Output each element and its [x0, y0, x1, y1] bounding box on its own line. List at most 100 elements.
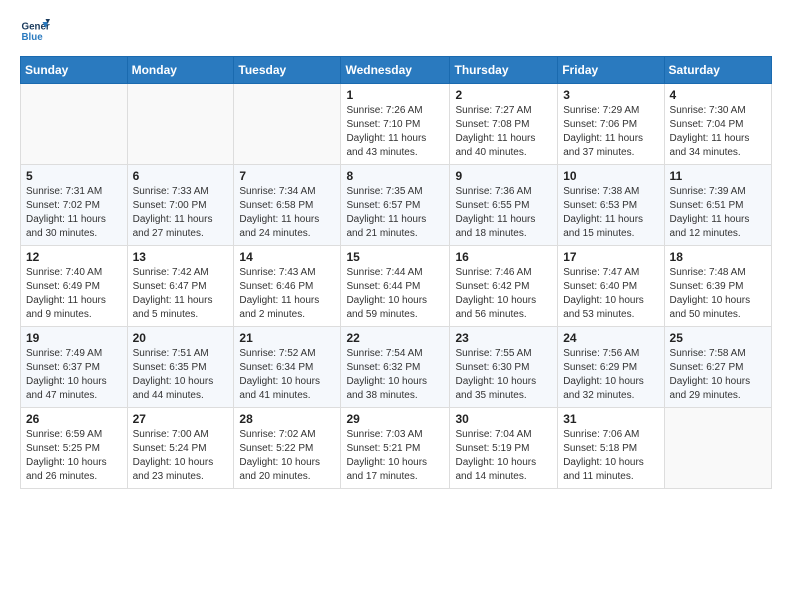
- calendar-cell: 28 Sunrise: 7:02 AM Sunset: 5:22 PM Dayli…: [234, 408, 341, 489]
- cell-info: Sunrise: 7:27 AM Sunset: 7:08 PM Dayligh…: [455, 104, 552, 160]
- calendar-cell: 3 Sunrise: 7:29 AM Sunset: 7:06 PM Daylig…: [558, 84, 664, 165]
- calendar-cell: 9Sunrise: 7:36 AM Sunset: 6:55 PM Daylig…: [450, 165, 558, 246]
- cell-info: Sunrise: 7:26 AM Sunset: 7:10 PM Dayligh…: [346, 104, 444, 160]
- day-number: 28: [239, 412, 335, 426]
- cell-info: Sunrise: 7:30 AM Sunset: 7:04 PM Dayligh…: [670, 104, 766, 160]
- calendar-cell: 21 Sunrise: 7:52 AM Sunset: 6:34 PM Dayli…: [234, 327, 341, 408]
- calendar-cell: 24Sunrise: 7:56 AM Sunset: 6:29 PM Dayli…: [558, 327, 664, 408]
- calendar-cell: [127, 84, 234, 165]
- cell-info: Sunrise: 7:00 AM Sunset: 5:24 PM Dayligh…: [133, 428, 229, 484]
- day-number: 31: [563, 412, 658, 426]
- calendar-cell: 1 Sunrise: 7:26 AM Sunset: 7:10 PM Daylig…: [341, 84, 450, 165]
- day-number: 18: [670, 250, 766, 264]
- calendar-cell: 8 Sunrise: 7:35 AM Sunset: 6:57 PM Daylig…: [341, 165, 450, 246]
- calendar-cell: 16 Sunrise: 7:46 AM Sunset: 6:42 PM Dayli…: [450, 246, 558, 327]
- cell-info: Sunrise: 7:56 AM Sunset: 6:29 PM Dayligh…: [563, 347, 658, 403]
- calendar-cell: 17Sunrise: 7:47 AM Sunset: 6:40 PM Dayli…: [558, 246, 664, 327]
- cell-info: Sunrise: 7:29 AM Sunset: 7:06 PM Dayligh…: [563, 104, 658, 160]
- weekday-header-friday: Friday: [558, 57, 664, 84]
- day-number: 14: [239, 250, 335, 264]
- cell-info: Sunrise: 7:52 AM Sunset: 6:34 PM Dayligh…: [239, 347, 335, 403]
- calendar-cell: 31 Sunrise: 7:06 AM Sunset: 5:18 PM Dayli…: [558, 408, 664, 489]
- week-row-4: 19Sunrise: 7:49 AM Sunset: 6:37 PM Dayli…: [21, 327, 772, 408]
- calendar-cell: 11 Sunrise: 7:39 AM Sunset: 6:51 PM Dayli…: [664, 165, 771, 246]
- day-number: 4: [670, 88, 766, 102]
- header: General Blue: [20, 16, 772, 46]
- cell-info: Sunrise: 7:46 AM Sunset: 6:42 PM Dayligh…: [455, 266, 552, 322]
- calendar-cell: 10 Sunrise: 7:38 AM Sunset: 6:53 PM Dayli…: [558, 165, 664, 246]
- day-number: 10: [563, 169, 658, 183]
- cell-info: Sunrise: 7:35 AM Sunset: 6:57 PM Dayligh…: [346, 185, 444, 241]
- calendar-cell: 26 Sunrise: 6:59 AM Sunset: 5:25 PM Dayli…: [21, 408, 128, 489]
- cell-info: Sunrise: 7:04 AM Sunset: 5:19 PM Dayligh…: [455, 428, 552, 484]
- cell-info: Sunrise: 7:42 AM Sunset: 6:47 PM Dayligh…: [133, 266, 229, 322]
- cell-info: Sunrise: 6:59 AM Sunset: 5:25 PM Dayligh…: [26, 428, 122, 484]
- cell-info: Sunrise: 7:44 AM Sunset: 6:44 PM Dayligh…: [346, 266, 444, 322]
- calendar-cell: 27 Sunrise: 7:00 AM Sunset: 5:24 PM Dayli…: [127, 408, 234, 489]
- day-number: 2: [455, 88, 552, 102]
- weekday-header-thursday: Thursday: [450, 57, 558, 84]
- day-number: 1: [346, 88, 444, 102]
- day-number: 8: [346, 169, 444, 183]
- cell-info: Sunrise: 7:40 AM Sunset: 6:49 PM Dayligh…: [26, 266, 122, 322]
- calendar-cell: 25 Sunrise: 7:58 AM Sunset: 6:27 PM Dayli…: [664, 327, 771, 408]
- calendar-cell: 12 Sunrise: 7:40 AM Sunset: 6:49 PM Dayli…: [21, 246, 128, 327]
- cell-info: Sunrise: 7:39 AM Sunset: 6:51 PM Dayligh…: [670, 185, 766, 241]
- week-row-3: 12 Sunrise: 7:40 AM Sunset: 6:49 PM Dayli…: [21, 246, 772, 327]
- calendar-cell: 30Sunrise: 7:04 AM Sunset: 5:19 PM Dayli…: [450, 408, 558, 489]
- calendar-cell: 7 Sunrise: 7:34 AM Sunset: 6:58 PM Daylig…: [234, 165, 341, 246]
- week-row-5: 26 Sunrise: 6:59 AM Sunset: 5:25 PM Dayli…: [21, 408, 772, 489]
- logo: General Blue: [20, 16, 50, 46]
- cell-info: Sunrise: 7:48 AM Sunset: 6:39 PM Dayligh…: [670, 266, 766, 322]
- weekday-header-row: SundayMondayTuesdayWednesdayThursdayFrid…: [21, 57, 772, 84]
- weekday-header-tuesday: Tuesday: [234, 57, 341, 84]
- day-number: 6: [133, 169, 229, 183]
- day-number: 12: [26, 250, 122, 264]
- cell-info: Sunrise: 7:49 AM Sunset: 6:37 PM Dayligh…: [26, 347, 122, 403]
- calendar-cell: [21, 84, 128, 165]
- day-number: 3: [563, 88, 658, 102]
- day-number: 15: [346, 250, 444, 264]
- calendar-cell: 23 Sunrise: 7:55 AM Sunset: 6:30 PM Dayli…: [450, 327, 558, 408]
- week-row-1: 1 Sunrise: 7:26 AM Sunset: 7:10 PM Daylig…: [21, 84, 772, 165]
- calendar-cell: 5Sunrise: 7:31 AM Sunset: 7:02 PM Daylig…: [21, 165, 128, 246]
- day-number: 22: [346, 331, 444, 345]
- day-number: 26: [26, 412, 122, 426]
- calendar-cell: 6 Sunrise: 7:33 AM Sunset: 7:00 PM Daylig…: [127, 165, 234, 246]
- weekday-header-saturday: Saturday: [664, 57, 771, 84]
- day-number: 25: [670, 331, 766, 345]
- calendar-cell: [664, 408, 771, 489]
- cell-info: Sunrise: 7:58 AM Sunset: 6:27 PM Dayligh…: [670, 347, 766, 403]
- day-number: 13: [133, 250, 229, 264]
- day-number: 29: [346, 412, 444, 426]
- calendar-cell: 18 Sunrise: 7:48 AM Sunset: 6:39 PM Dayli…: [664, 246, 771, 327]
- calendar-cell: 14 Sunrise: 7:43 AM Sunset: 6:46 PM Dayli…: [234, 246, 341, 327]
- cell-info: Sunrise: 7:43 AM Sunset: 6:46 PM Dayligh…: [239, 266, 335, 322]
- cell-info: Sunrise: 7:06 AM Sunset: 5:18 PM Dayligh…: [563, 428, 658, 484]
- weekday-header-monday: Monday: [127, 57, 234, 84]
- day-number: 23: [455, 331, 552, 345]
- calendar-cell: 2 Sunrise: 7:27 AM Sunset: 7:08 PM Daylig…: [450, 84, 558, 165]
- cell-info: Sunrise: 7:31 AM Sunset: 7:02 PM Dayligh…: [26, 185, 122, 241]
- weekday-header-sunday: Sunday: [21, 57, 128, 84]
- day-number: 21: [239, 331, 335, 345]
- day-number: 7: [239, 169, 335, 183]
- cell-info: Sunrise: 7:36 AM Sunset: 6:55 PM Dayligh…: [455, 185, 552, 241]
- day-number: 16: [455, 250, 552, 264]
- calendar: SundayMondayTuesdayWednesdayThursdayFrid…: [20, 56, 772, 489]
- day-number: 11: [670, 169, 766, 183]
- cell-info: Sunrise: 7:34 AM Sunset: 6:58 PM Dayligh…: [239, 185, 335, 241]
- page: General Blue SundayMondayTuesdayWednesda…: [0, 0, 792, 505]
- calendar-cell: 22 Sunrise: 7:54 AM Sunset: 6:32 PM Dayli…: [341, 327, 450, 408]
- cell-info: Sunrise: 7:47 AM Sunset: 6:40 PM Dayligh…: [563, 266, 658, 322]
- day-number: 20: [133, 331, 229, 345]
- day-number: 27: [133, 412, 229, 426]
- cell-info: Sunrise: 7:33 AM Sunset: 7:00 PM Dayligh…: [133, 185, 229, 241]
- cell-info: Sunrise: 7:02 AM Sunset: 5:22 PM Dayligh…: [239, 428, 335, 484]
- cell-info: Sunrise: 7:51 AM Sunset: 6:35 PM Dayligh…: [133, 347, 229, 403]
- cell-info: Sunrise: 7:55 AM Sunset: 6:30 PM Dayligh…: [455, 347, 552, 403]
- calendar-cell: 20 Sunrise: 7:51 AM Sunset: 6:35 PM Dayli…: [127, 327, 234, 408]
- calendar-cell: 4 Sunrise: 7:30 AM Sunset: 7:04 PM Daylig…: [664, 84, 771, 165]
- cell-info: Sunrise: 7:54 AM Sunset: 6:32 PM Dayligh…: [346, 347, 444, 403]
- cell-info: Sunrise: 7:38 AM Sunset: 6:53 PM Dayligh…: [563, 185, 658, 241]
